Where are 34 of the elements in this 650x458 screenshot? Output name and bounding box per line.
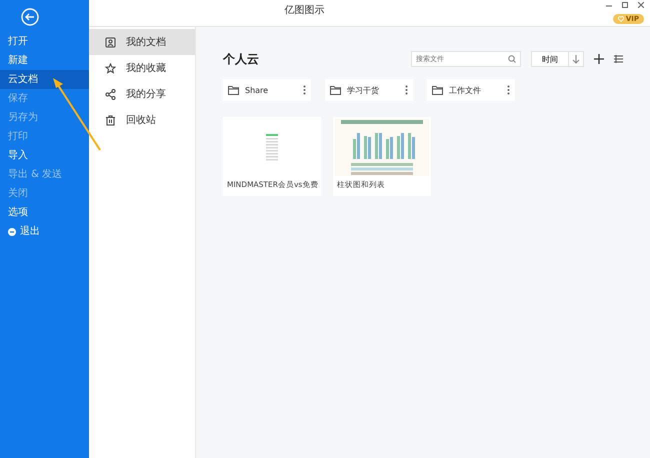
menu-item[interactable]: 新建	[0, 51, 89, 70]
more-icon[interactable]	[303, 85, 306, 95]
star-icon	[105, 62, 116, 74]
menu-item[interactable]: 选项	[0, 203, 89, 222]
share-icon	[105, 88, 116, 100]
more-icon[interactable]	[507, 85, 510, 95]
list-view-icon[interactable]	[614, 55, 623, 63]
nav-item[interactable]: 我的分享	[89, 81, 195, 107]
close-icon[interactable]	[638, 2, 644, 8]
list-thumbnail-drawing	[266, 134, 278, 162]
section-heading: 个人云	[223, 50, 260, 68]
folder-icon	[228, 86, 239, 94]
search-icon[interactable]	[508, 55, 516, 63]
menu-item[interactable]: 云文档	[0, 70, 89, 89]
trash-icon	[105, 114, 116, 126]
maximize-icon[interactable]	[622, 2, 628, 8]
nav-item[interactable]: 回收站	[89, 107, 195, 133]
add-icon[interactable]	[594, 54, 604, 64]
menu-item[interactable]: 打开	[0, 32, 89, 51]
folder-item[interactable]: Share	[223, 79, 311, 101]
more-icon[interactable]	[405, 85, 408, 95]
heart-icon	[618, 16, 624, 22]
exit-icon	[8, 228, 16, 236]
menu-item[interactable]: 退出	[0, 222, 89, 241]
folder-item[interactable]: 工作文件	[427, 79, 515, 101]
back-icon[interactable]	[21, 8, 39, 26]
document-icon	[105, 36, 116, 48]
window-title: 亿图图示	[284, 4, 324, 18]
folder-item[interactable]: 学习干货	[325, 79, 413, 101]
folder-icon	[432, 86, 443, 94]
nav-item[interactable]: 我的收藏	[89, 55, 195, 81]
menu-item[interactable]: 导入	[0, 146, 89, 165]
folder-icon	[330, 86, 341, 94]
nav-item[interactable]: 我的文档	[89, 29, 195, 55]
